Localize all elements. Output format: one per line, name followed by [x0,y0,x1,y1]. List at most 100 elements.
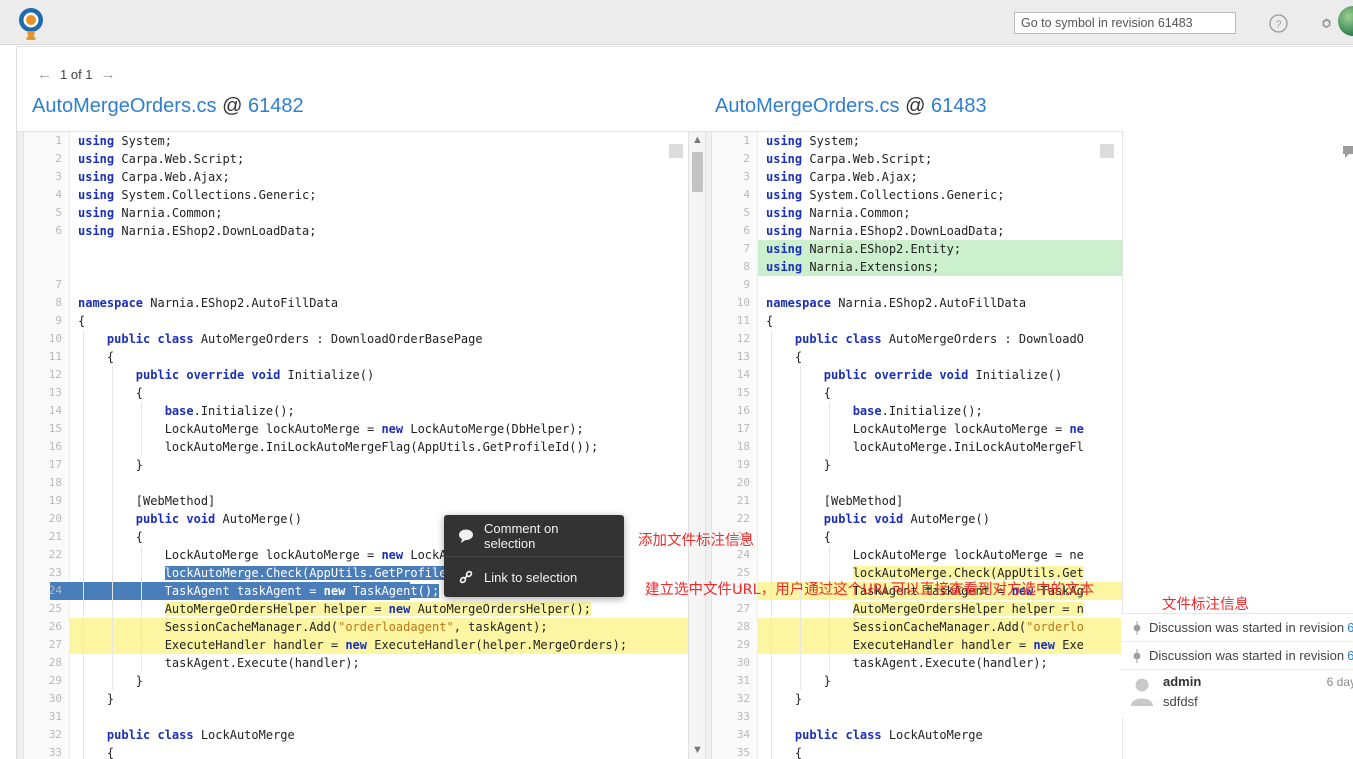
line-number[interactable]: 30 [706,654,750,672]
code-line[interactable]: 25 lockAutoMerge.Check(AppUtils.Get [706,564,1122,582]
line-number[interactable]: 33 [18,744,62,759]
line-number[interactable]: 10 [18,330,62,348]
gear-icon[interactable] [1316,13,1337,34]
line-number[interactable]: 27 [18,636,62,654]
line-number[interactable]: 22 [706,510,750,528]
line-number[interactable]: 13 [706,348,750,366]
line-number[interactable]: 2 [706,150,750,168]
location-pin-logo[interactable] [14,5,48,41]
code-line[interactable]: 26 TaskAgent taskAgent = new TaskAg [706,582,1122,600]
code-line[interactable]: 6using Narnia.EShop2.DownLoadData; [18,222,705,240]
code-line[interactable]: 31 [18,708,705,726]
line-number[interactable]: 32 [706,690,750,708]
code-line[interactable]: 14 public override void Initialize() [706,366,1122,384]
line-number[interactable]: 16 [18,438,62,456]
code-line[interactable]: 27 AutoMergeOrdersHelper helper = n [706,600,1122,618]
line-number[interactable]: 8 [18,294,62,312]
code-line[interactable]: 12 public class AutoMergeOrders : Downlo… [706,330,1122,348]
line-number[interactable]: 22 [18,546,62,564]
line-number[interactable]: 10 [706,294,750,312]
discussion-revision-link[interactable]: 61490 [1347,648,1353,663]
line-number[interactable]: 35 [706,744,750,759]
code-line[interactable]: 2using Carpa.Web.Script; [706,150,1122,168]
code-line[interactable]: 13 { [706,348,1122,366]
code-line[interactable]: 33 [706,708,1122,726]
line-number[interactable]: 30 [18,690,62,708]
code-line[interactable]: 33 { [18,744,705,759]
discussion-revision-link[interactable]: 61483 [1347,620,1353,635]
left-vertical-scrollbar[interactable]: ▲ ▼ [688,132,705,759]
line-number[interactable]: 17 [18,456,62,474]
code-line[interactable]: 20 [706,474,1122,492]
code-line[interactable]: 8namespace Narnia.EShop2.AutoFillData [18,294,705,312]
code-line[interactable]: 5using Narnia.Common; [18,204,705,222]
line-number[interactable]: 12 [706,330,750,348]
line-number[interactable]: 9 [18,312,62,330]
code-line[interactable]: 3using Carpa.Web.Ajax; [706,168,1122,186]
line-number[interactable]: 6 [18,222,62,240]
line-number[interactable]: 31 [706,672,750,690]
line-number[interactable]: 25 [706,564,750,582]
line-number[interactable]: 28 [706,618,750,636]
code-line[interactable]: 35 { [706,744,1122,759]
line-number[interactable]: 26 [706,582,750,600]
code-line[interactable]: 11 { [18,348,705,366]
line-number[interactable]: 15 [706,384,750,402]
scroll-up-arrow-icon[interactable]: ▲ [689,132,706,149]
line-number[interactable]: 5 [706,204,750,222]
code-line[interactable]: 7using Narnia.EShop2.Entity; [706,240,1122,258]
user-avatar[interactable] [1338,6,1353,36]
line-number[interactable]: 11 [18,348,62,366]
line-number[interactable]: 32 [18,726,62,744]
code-line[interactable]: 15 LockAutoMerge lockAutoMerge = new Loc… [18,420,705,438]
code-line[interactable]: 16 base.Initialize(); [706,402,1122,420]
line-number[interactable]: 23 [18,564,62,582]
code-line[interactable]: 19 [WebMethod] [18,492,705,510]
code-line[interactable] [18,240,705,258]
code-line[interactable]: 4using System.Collections.Generic; [18,186,705,204]
line-number[interactable]: 7 [706,240,750,258]
line-number[interactable]: 20 [706,474,750,492]
line-number[interactable]: 24 [706,546,750,564]
comment-bubble-icon[interactable] [1342,145,1353,159]
line-number[interactable]: 2 [18,150,62,168]
discussion-row[interactable]: Discussion was started in revision 61490 [1121,642,1353,670]
code-line[interactable]: 17 LockAutoMerge lockAutoMerge = ne [706,420,1122,438]
line-number[interactable]: 29 [706,636,750,654]
line-number[interactable]: 1 [18,132,62,150]
line-number[interactable]: 14 [18,402,62,420]
code-line[interactable]: 10 public class AutoMergeOrders : Downlo… [18,330,705,348]
line-number[interactable]: 19 [706,456,750,474]
discussion-row[interactable]: Discussion was started in revision 61483 [1121,614,1353,642]
code-line[interactable]: 12 public override void Initialize() [18,366,705,384]
code-line[interactable]: 28 SessionCacheManager.Add("orderlo [706,618,1122,636]
line-number[interactable]: 17 [706,420,750,438]
code-line[interactable]: 27 ExecuteHandler handler = new ExecuteH… [18,636,705,654]
code-line[interactable]: 15 { [706,384,1122,402]
left-code-area[interactable]: 1using System;2using Carpa.Web.Script;3u… [18,132,705,759]
line-number[interactable]: 29 [18,672,62,690]
code-line[interactable]: 30 taskAgent.Execute(handler); [706,654,1122,672]
line-number[interactable]: 24 [18,582,62,600]
line-number[interactable]: 13 [18,384,62,402]
comment-author[interactable]: admin [1163,674,1201,689]
line-number[interactable]: 14 [706,366,750,384]
left-revision[interactable]: 61482 [248,95,304,117]
line-number[interactable]: 4 [706,186,750,204]
code-line[interactable]: 28 taskAgent.Execute(handler); [18,654,705,672]
line-number[interactable]: 15 [18,420,62,438]
line-number[interactable]: 28 [18,654,62,672]
code-line[interactable]: 11{ [706,312,1122,330]
code-line[interactable]: 29 } [18,672,705,690]
help-circle-icon[interactable]: ? [1268,13,1289,34]
left-minimap-marker[interactable] [669,144,683,158]
line-number[interactable]: 11 [706,312,750,330]
code-line[interactable]: 9{ [18,312,705,330]
code-line[interactable]: 25 AutoMergeOrdersHelper helper = new Au… [18,600,705,618]
code-line[interactable] [18,258,705,276]
comment-on-selection-item[interactable]: Comment on selection [444,515,624,556]
code-line[interactable]: 7 [18,276,705,294]
line-number[interactable]: 4 [18,186,62,204]
code-line[interactable]: 31 } [706,672,1122,690]
line-number[interactable]: 33 [706,708,750,726]
